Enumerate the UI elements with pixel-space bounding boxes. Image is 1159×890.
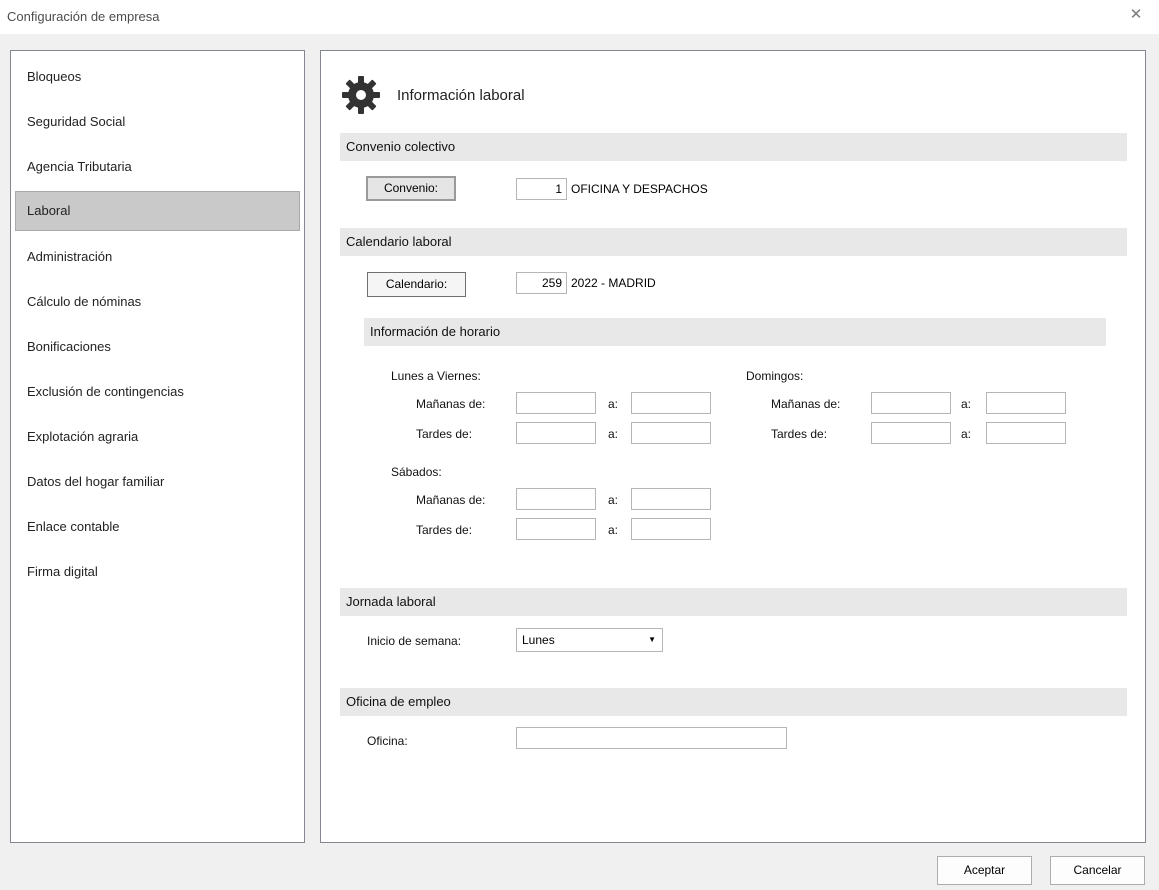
- section-jornada-laboral: Jornada laboral: [340, 588, 1127, 616]
- gear-icon: [342, 76, 380, 114]
- week-start-label: Inicio de semana:: [367, 634, 462, 648]
- saturdays-label: Sábados:: [391, 465, 442, 479]
- sidebar-item-explotacion-agraria[interactable]: Explotación agraria: [15, 417, 300, 457]
- weekdays-morning-to-field[interactable]: [631, 392, 711, 414]
- calendario-name: 2022 - MADRID: [571, 276, 656, 290]
- saturdays-morning-label: Mañanas de:: [416, 493, 486, 507]
- weekdays-morning-label: Mañanas de:: [416, 397, 486, 411]
- dropdown-arrow-icon: ▼: [648, 635, 656, 644]
- title-bar: Configuración de empresa ✕: [0, 0, 1159, 34]
- week-start-value: Lunes: [522, 633, 555, 647]
- sidebar-item-laboral[interactable]: Laboral: [15, 191, 300, 231]
- saturdays-morning-to-field[interactable]: [631, 488, 711, 510]
- sidebar-item-bonificaciones[interactable]: Bonificaciones: [15, 327, 300, 367]
- calendario-code-field[interactable]: 259: [516, 272, 567, 294]
- sidebar-item-seguridad-social[interactable]: Seguridad Social: [15, 102, 300, 142]
- sundays-label: Domingos:: [746, 369, 804, 383]
- saturdays-afternoon-to-field[interactable]: [631, 518, 711, 540]
- weekdays-afternoon-label: Tardes de:: [416, 427, 473, 441]
- sidebar-item-firma-digital[interactable]: Firma digital: [15, 552, 300, 592]
- sidebar-item-agencia-tributaria[interactable]: Agencia Tributaria: [15, 147, 300, 187]
- section-calendario-laboral: Calendario laboral: [340, 228, 1127, 256]
- accept-button[interactable]: Aceptar: [937, 856, 1032, 885]
- sundays-afternoon-from-field[interactable]: [871, 422, 951, 444]
- saturdays-morning-from-field[interactable]: [516, 488, 596, 510]
- window-title: Configuración de empresa: [7, 9, 160, 24]
- cancel-button[interactable]: Cancelar: [1050, 856, 1145, 885]
- week-start-select[interactable]: Lunes ▼: [516, 628, 663, 652]
- weekdays-morning-from-field[interactable]: [516, 392, 596, 414]
- saturdays-morning-to-label: a:: [608, 493, 619, 507]
- weekdays-morning-to-label: a:: [608, 397, 619, 411]
- weekdays-afternoon-to-field[interactable]: [631, 422, 711, 444]
- weekdays-label: Lunes a Viernes:: [391, 369, 481, 383]
- calendario-button[interactable]: Calendario:: [367, 272, 466, 297]
- convenio-button[interactable]: Convenio:: [366, 176, 456, 201]
- sidebar-item-enlace-contable[interactable]: Enlace contable: [15, 507, 300, 547]
- content-panel: Información laboral Convenio colectivo C…: [320, 50, 1146, 843]
- sidebar-item-bloqueos[interactable]: Bloqueos: [15, 57, 300, 97]
- section-convenio-colectivo: Convenio colectivo: [340, 133, 1127, 161]
- sundays-morning-to-field[interactable]: [986, 392, 1066, 414]
- sundays-afternoon-label: Tardes de:: [771, 427, 828, 441]
- oficina-field[interactable]: [516, 727, 787, 749]
- sidebar-item-administracion[interactable]: Administración: [15, 237, 300, 277]
- section-informacion-horario: Información de horario: [364, 318, 1106, 346]
- sundays-afternoon-to-field[interactable]: [986, 422, 1066, 444]
- page-title: Información laboral: [397, 87, 525, 104]
- sundays-morning-label: Mañanas de:: [771, 397, 841, 411]
- sidebar-item-exclusion-contingencias[interactable]: Exclusión de contingencias: [15, 372, 300, 412]
- sundays-morning-from-field[interactable]: [871, 392, 951, 414]
- sidebar: Bloqueos Seguridad Social Agencia Tribut…: [10, 50, 305, 843]
- saturdays-afternoon-label: Tardes de:: [416, 523, 473, 537]
- sidebar-item-calculo-nominas[interactable]: Cálculo de nóminas: [15, 282, 300, 322]
- section-oficina-empleo: Oficina de empleo: [340, 688, 1127, 716]
- weekdays-afternoon-from-field[interactable]: [516, 422, 596, 444]
- convenio-name: OFICINA Y DESPACHOS: [571, 182, 708, 196]
- convenio-code-field[interactable]: 1: [516, 178, 567, 200]
- sidebar-item-datos-hogar-familiar[interactable]: Datos del hogar familiar: [15, 462, 300, 502]
- sundays-afternoon-to-label: a:: [961, 427, 972, 441]
- close-icon[interactable]: ✕: [1127, 6, 1145, 24]
- oficina-label: Oficina:: [367, 734, 408, 748]
- sundays-morning-to-label: a:: [961, 397, 972, 411]
- saturdays-afternoon-from-field[interactable]: [516, 518, 596, 540]
- saturdays-afternoon-to-label: a:: [608, 523, 619, 537]
- weekdays-afternoon-to-label: a:: [608, 427, 619, 441]
